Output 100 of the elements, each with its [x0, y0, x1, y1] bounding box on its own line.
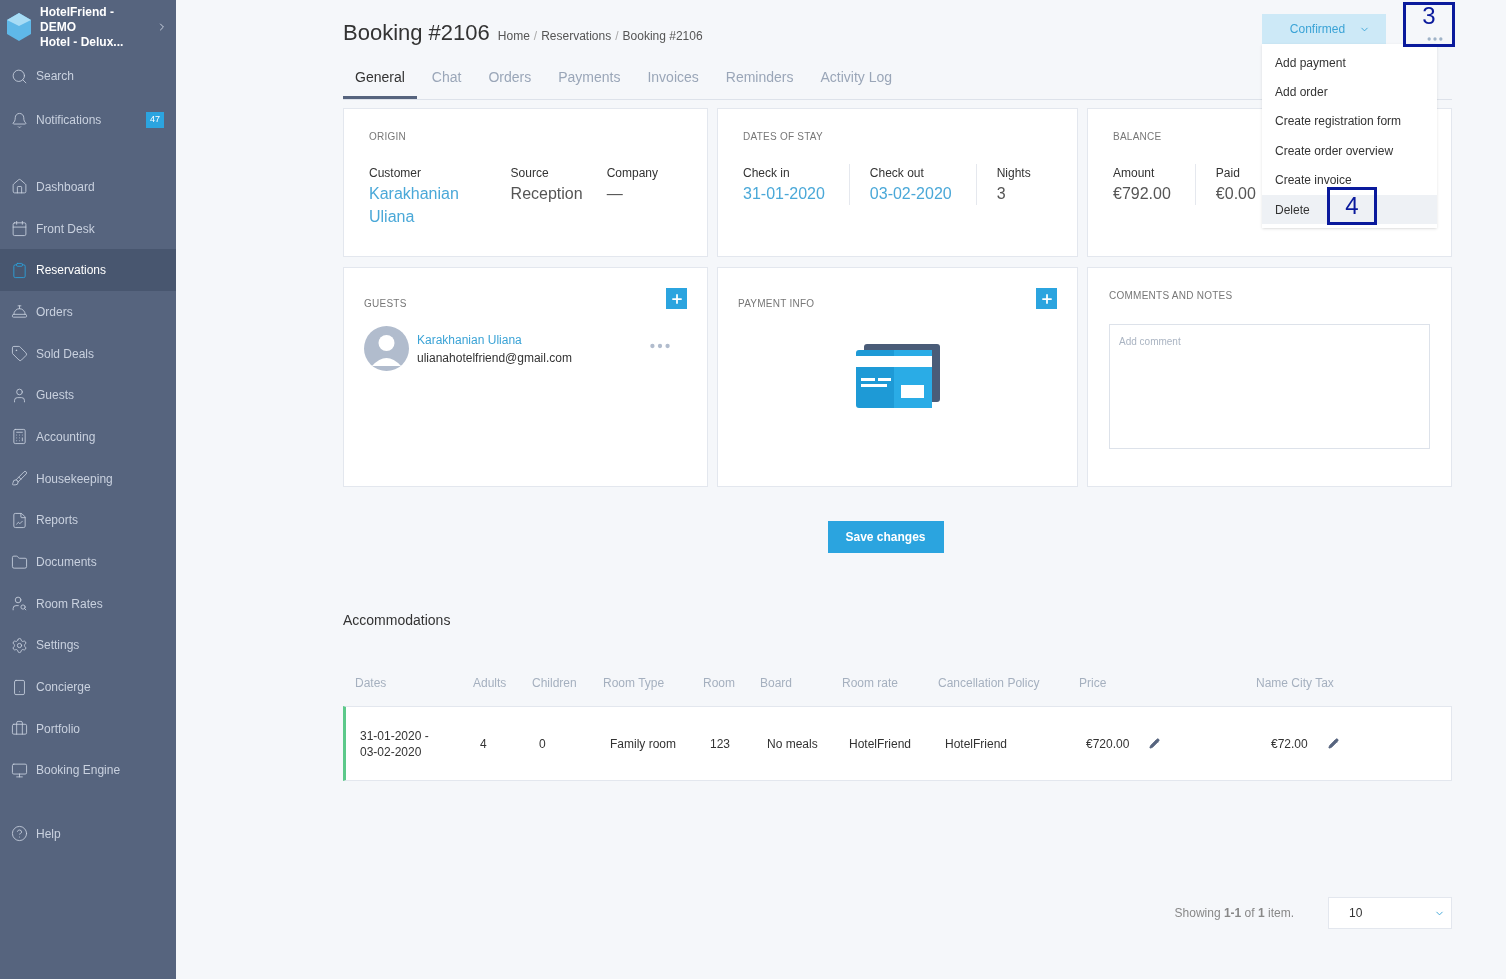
sidebar-item[interactable]: Settings	[0, 624, 176, 667]
table-cell-text: No meals	[766, 735, 819, 753]
phone-icon	[11, 678, 28, 696]
guest-name-link[interactable]: Karakhanian Uliana	[417, 330, 647, 349]
sidebar-item[interactable]: Search	[0, 54, 176, 98]
add-button[interactable]	[1036, 288, 1057, 309]
field-value: €0.00	[1215, 184, 1256, 204]
field-label: Check in	[743, 165, 791, 182]
sidebar-item[interactable]: Booking Engine	[0, 749, 176, 792]
brush-icon	[11, 470, 28, 488]
table-cell-text: €72.00	[1271, 735, 1308, 753]
field-value: Reception	[510, 184, 583, 204]
tab[interactable]: Activity Log	[808, 56, 905, 99]
add-button[interactable]	[666, 288, 687, 309]
hotel-name[interactable]: HotelFriend - DEMO Hotel - Delux...	[40, 4, 153, 50]
menu-item[interactable]: Create order overview	[1262, 136, 1437, 166]
card-title: DATES OF STAY	[743, 130, 824, 144]
sidebar-item[interactable]: Orders	[0, 291, 176, 333]
column-header: Children	[532, 675, 578, 692]
table-cell-text: HotelFriend	[944, 735, 1009, 753]
card-title: ORIGIN	[369, 130, 408, 144]
column-header: Adults	[473, 675, 508, 692]
sidebar-item[interactable]: Reservations	[0, 249, 176, 292]
column-header: Board	[760, 675, 794, 692]
menu-item[interactable]: Create registration form	[1262, 106, 1437, 137]
table-cell-text: 0	[538, 735, 547, 753]
step-annotation: 3	[1403, 2, 1455, 47]
tab[interactable]: Orders	[476, 56, 544, 99]
pagination-summary: Showing 1-1 of 1 item.	[1174, 905, 1294, 922]
field-link[interactable]: 31-01-2020	[743, 182, 825, 205]
credit-cards-icon	[855, 344, 940, 408]
card-title: GUESTS	[364, 297, 407, 311]
field-value: €792.00	[1113, 184, 1171, 204]
table-cell-text: HotelFriend	[848, 735, 913, 753]
menu-item[interactable]: Add order	[1262, 77, 1437, 107]
column-header: Room rate	[842, 675, 900, 692]
breadcrumb-separator: /	[615, 28, 619, 45]
tab[interactable]: Chat	[419, 56, 474, 99]
breadcrumb-link[interactable]: Reservations	[541, 27, 612, 45]
table-cell-text: 4	[479, 735, 488, 753]
help-icon	[11, 825, 28, 843]
field-label: Paid	[1215, 165, 1241, 182]
user-icon	[11, 386, 28, 404]
page-title: Booking #2106	[343, 19, 490, 47]
sidebar-item[interactable]: Dashboard	[0, 166, 176, 208]
tag-icon	[11, 345, 28, 363]
comment-field[interactable]: Add comment	[1109, 324, 1430, 449]
tab[interactable]: Invoices	[635, 56, 711, 99]
calculator-icon	[11, 428, 28, 446]
card-title: COMMENTS AND NOTES	[1109, 289, 1234, 303]
cloche-icon	[11, 303, 28, 321]
sidebar-item[interactable]: Notifications 47	[0, 98, 176, 142]
cube-logo-icon	[6, 12, 32, 42]
sidebar-item[interactable]: Reports	[0, 499, 176, 542]
field-link[interactable]: 03-02-2020	[869, 182, 952, 205]
tab[interactable]: Reminders	[713, 56, 806, 99]
status-dropdown[interactable]: Confirmed	[1262, 14, 1386, 44]
plus-icon	[1039, 291, 1054, 306]
column-header: Room Type	[603, 675, 666, 692]
tab[interactable]: Payments	[546, 56, 633, 99]
column-header: Dates	[355, 675, 388, 692]
field-label: Nights	[996, 165, 1031, 182]
breadcrumb-link[interactable]: Booking #2106	[622, 27, 703, 45]
sidebar-item[interactable]: Housekeeping	[0, 457, 176, 500]
breadcrumb-link[interactable]: Home	[497, 27, 530, 45]
sidebar-item[interactable]: Accounting	[0, 416, 176, 458]
folder-icon	[11, 553, 28, 571]
sidebar-item[interactable]: Front Desk	[0, 207, 176, 250]
step-annotation: 4	[1327, 187, 1377, 225]
edit-icon[interactable]	[1327, 738, 1339, 749]
count-badge: 47	[146, 112, 164, 128]
sidebar-item[interactable]: Sold Deals	[0, 332, 176, 375]
field-link[interactable]: Karakhanian Uliana	[369, 182, 487, 228]
table-cell-text: €720.00	[1086, 735, 1130, 753]
save-changes-button[interactable]: Save changes	[827, 521, 944, 553]
per-page-select[interactable]: 10	[1328, 897, 1452, 929]
card-title: PAYMENT INFO	[738, 297, 815, 311]
column-header: Room	[703, 675, 736, 692]
sidebar-item[interactable]: Room Rates	[0, 582, 176, 625]
bell-icon	[11, 111, 28, 129]
clipboard-icon	[11, 261, 28, 279]
edit-icon[interactable]	[1149, 738, 1161, 749]
house-icon	[11, 178, 28, 196]
breadcrumb-separator: /	[533, 28, 538, 45]
sidebar-item[interactable]: Help	[0, 813, 176, 855]
sidebar-item[interactable]: Documents	[0, 541, 176, 583]
field-value: —	[606, 184, 624, 204]
field-label: Amount	[1113, 165, 1156, 182]
column-header: Cancellation Policy	[938, 675, 1041, 692]
sidebar-item[interactable]: Guests	[0, 374, 176, 417]
calendar-icon	[11, 220, 28, 238]
card-title: BALANCE	[1113, 130, 1163, 144]
field-label: Check out	[869, 165, 925, 182]
field-label: Source	[510, 165, 550, 182]
sidebar-item[interactable]: Concierge	[0, 666, 176, 708]
menu-item[interactable]: Add payment	[1262, 48, 1437, 78]
sidebar-item[interactable]: Portfolio	[0, 707, 176, 750]
tab[interactable]: General	[343, 56, 417, 99]
settings-icon	[11, 636, 28, 654]
column-header: Price	[1079, 675, 1108, 692]
